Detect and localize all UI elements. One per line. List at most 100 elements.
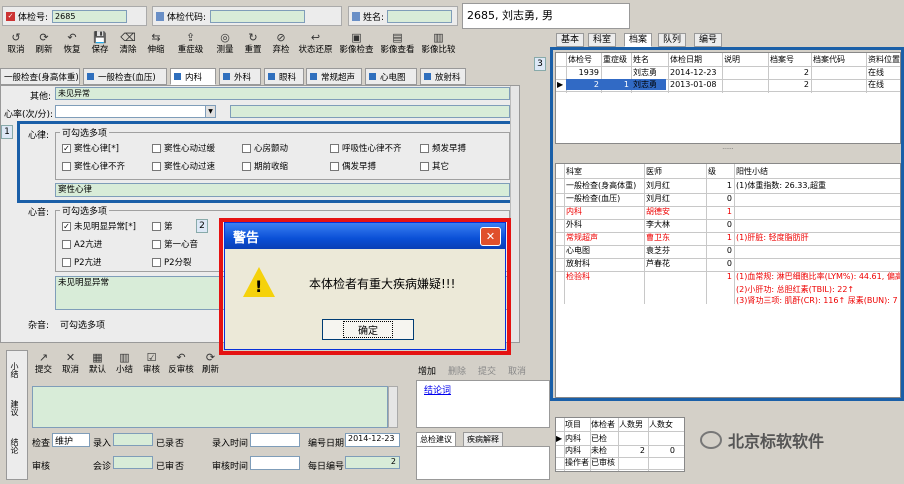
status-cell[interactable]: 内科 [565,446,581,456]
status-cell[interactable]: 操作者 [565,458,589,468]
checkbox[interactable] [420,161,429,171]
bottom-tab-0[interactable]: 总检建议 [416,432,456,447]
toolbar-button-4[interactable]: ⌫ 清除 [114,32,142,62]
checkbox[interactable] [242,161,251,171]
summary-cell[interactable]: (1)体重指数: 26.33,超重 [736,181,900,191]
archive-cell[interactable]: 1939 [568,68,599,78]
heart-rate-note[interactable] [230,105,510,118]
rhythm-option-1[interactable]: 窦性心动过缓 [152,142,215,154]
serial-date-input[interactable]: 2014-12-23 [345,433,400,447]
rhythm-option-8[interactable]: 偶发早搏 [330,160,376,172]
lower-toolbar2-button-3[interactable]: 取消 [508,364,526,377]
checkbox[interactable] [330,143,339,153]
status-cell[interactable]: 2 [619,446,645,456]
checkbox[interactable] [152,239,161,249]
checkbox[interactable] [62,257,71,267]
sound-option-2[interactable]: A2亢进 [62,238,102,250]
check-select[interactable]: 维护 [52,433,90,447]
checkbox[interactable] [62,239,71,249]
dept-cell[interactable]: 外科 [566,220,642,230]
sound-option-3[interactable]: 第一心音 [152,238,198,250]
daily-no-input[interactable]: 2 [345,456,400,469]
right-tab-0[interactable]: 基本 [556,33,585,47]
level-cell[interactable]: 0 [706,220,732,230]
exam-no-input[interactable]: 2685 [52,9,128,23]
audit-time-input[interactable] [250,456,300,470]
archive-cell[interactable]: 2014-12-23 [670,68,717,78]
lower-toolbar2-button-0[interactable]: 增加 [418,364,436,377]
dept-tab-5[interactable]: 常规超声 [306,68,362,85]
level-cell[interactable]: 0 [706,194,732,204]
right-tab-3[interactable]: 队列 [658,33,687,47]
dialog-titlebar[interactable]: 警告 ✕ [225,223,505,249]
summary-scrollbar[interactable] [388,386,398,428]
right-tab-1[interactable]: 科室 [588,33,617,47]
toolbar-button-12[interactable]: ▤ 影像查看 [377,32,418,62]
archive-cell[interactable]: 1 [603,80,629,90]
sound-option-5[interactable]: P2分裂 [152,256,192,268]
lower-toolbar-button-2[interactable]: ▦ 默认 [84,352,111,382]
consult-input[interactable] [113,456,153,469]
checkbox[interactable] [330,161,339,171]
lower-toolbar-button-4[interactable]: ☑ 审核 [138,352,165,382]
level-cell[interactable]: 1 [706,233,732,243]
dialog-close-button[interactable]: ✕ [480,226,501,246]
exam-code-input[interactable] [210,9,306,23]
lower-toolbar2-button-1[interactable]: 删除 [448,364,466,377]
rhythm-option-9[interactable]: 其它 [420,160,449,172]
dialog-ok-button[interactable]: 确定 [322,319,414,340]
rhythm-option-7[interactable]: 期前收缩 [242,160,288,172]
dept-tab-0[interactable]: 一般检查(身高体重) [0,68,80,85]
rhythm-option-3[interactable]: 呼吸性心律不齐 [330,142,402,154]
checkbox[interactable] [152,161,161,171]
rhythm-option-0[interactable]: ✓ 窦性心律[*] [62,142,119,154]
toolbar-button-8[interactable]: ↻ 重置 [239,32,267,62]
status-cell[interactable]: 0 [649,446,675,456]
toolbar-button-10[interactable]: ↩ 状态还原 [295,32,336,62]
level-cell[interactable]: 1 [706,272,732,282]
lower-toolbar2-button-2[interactable]: 提交 [478,364,496,377]
splitter[interactable]: ······ [555,146,901,160]
summary-cell[interactable]: (1)肝脏: 轻度脂肪肝 [736,233,900,243]
entered-value[interactable]: 否 [175,436,184,449]
dept-cell[interactable]: 检验科 [566,272,642,282]
archive-cell[interactable]: 在线 [868,80,884,90]
toolbar-button-9[interactable]: ⊘ 弃检 [267,32,295,62]
status-cell[interactable]: 已审核 [591,458,615,468]
dept-tab-1[interactable]: 一般检查(血压) [83,68,167,85]
archive-cell[interactable]: 刘志勇 [633,80,657,90]
checkbox[interactable] [62,161,71,171]
dept-cell[interactable]: 内科 [566,207,642,217]
dept-cell[interactable]: 心电图 [566,246,642,256]
entry-input[interactable] [113,433,153,446]
archive-cell[interactable]: 在线 [868,68,884,78]
status-cell[interactable]: 已检 [591,434,607,444]
summary-cell[interactable]: (1)血常规: 淋巴细胞比率(LYM%): 44.61, 偏高 [736,272,900,282]
archive-cell[interactable]: 2 [568,80,599,90]
doctor-cell[interactable]: 袁芝芬 [646,246,670,256]
right-tab-4[interactable]: 编号 [694,33,723,47]
side-vtab-0[interactable]: 小结 [9,362,20,378]
toolbar-button-7[interactable]: ◎ 测量 [211,32,239,62]
checkbox[interactable] [152,143,161,153]
heart-rate-dropdown[interactable]: ▼ [205,105,216,118]
checkbox[interactable] [242,143,251,153]
lower-toolbar-button-6[interactable]: ⟳ 刷新 [197,352,224,382]
dept-tab-7[interactable]: 放射科 [420,68,466,85]
heart-rate-input[interactable] [55,105,215,118]
toolbar-button-5[interactable]: ⇆ 伸缩 [142,32,170,62]
dept-tab-4[interactable]: 眼科 [264,68,304,85]
rhythm-result[interactable]: 窦性心律 [55,183,510,197]
toolbar-button-6[interactable]: ⇪ 重症级 [170,32,211,62]
archive-cell[interactable]: 2 [770,80,809,90]
toolbar-button-2[interactable]: ↶ 恢复 [58,32,86,62]
dept-tab-2[interactable]: 内科 [170,68,216,85]
doctor-cell[interactable]: 胡德安 [646,207,670,217]
entry-time-input[interactable] [250,433,300,447]
checkbox[interactable]: ✓ [62,143,71,153]
rhythm-option-5[interactable]: 窦性心律不齐 [62,160,125,172]
checkbox[interactable] [420,143,429,153]
rhythm-option-4[interactable]: 频发早搏 [420,142,466,154]
sound-option-4[interactable]: P2亢进 [62,256,102,268]
archive-cell[interactable]: 2013-01-08 [670,80,717,90]
